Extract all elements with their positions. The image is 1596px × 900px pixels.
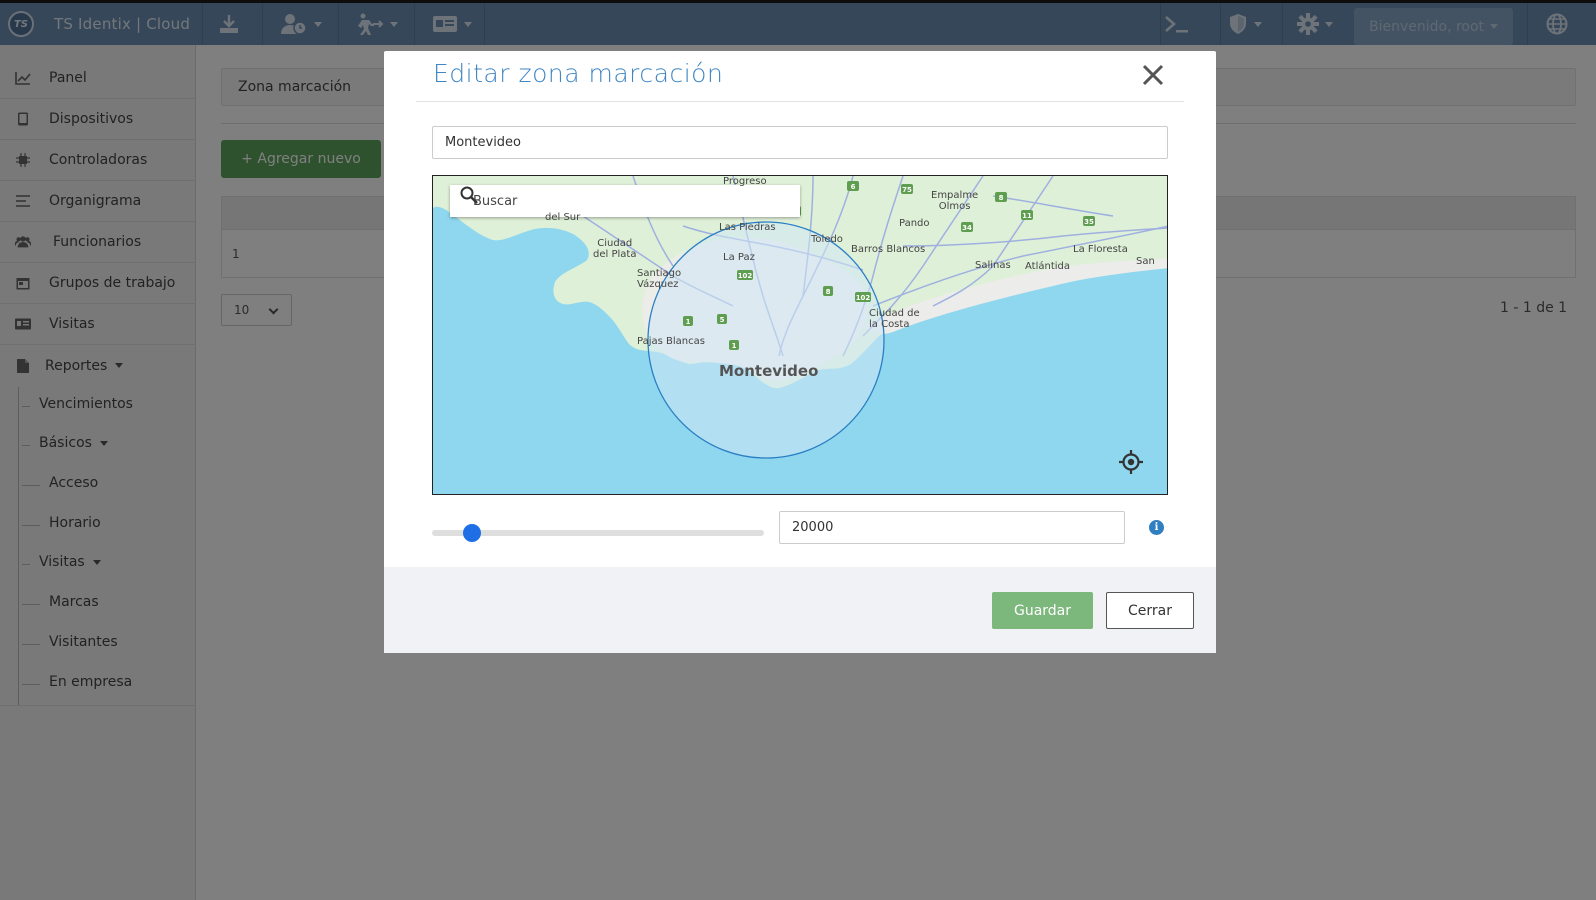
map-label: Ciudad del Plata (593, 238, 637, 260)
route-shield-label: 35 (1084, 218, 1094, 226)
route-shield-label: 34 (962, 224, 972, 232)
route-shield-label: 11 (1022, 212, 1032, 220)
save-button[interactable]: Guardar (992, 592, 1093, 629)
info-icon[interactable]: i (1149, 520, 1164, 535)
modal-footer: Guardar Cerrar (384, 567, 1216, 653)
map-label: La Floresta (1073, 244, 1128, 255)
modal-divider (416, 101, 1184, 102)
map-label: Ciudad de la Costa (869, 308, 920, 330)
map-canvas[interactable]: 75 6 8 11 35 34 36 102 102 8 1 5 1 (433, 176, 1168, 495)
slider-track (432, 530, 764, 536)
radius-input[interactable] (779, 511, 1125, 544)
map-label: Pando (899, 218, 930, 229)
modal-close-button[interactable] (1138, 60, 1168, 90)
route-shield-label: 8 (999, 194, 1004, 202)
close-icon (1142, 64, 1164, 86)
map-label: del Sur (545, 212, 581, 223)
radius-slider[interactable] (432, 523, 764, 543)
crosshair-icon (1119, 450, 1143, 474)
my-location-button[interactable] (1117, 448, 1145, 476)
map-label: San (1136, 256, 1155, 267)
map-label: Empalme Olmos (931, 190, 979, 212)
map-search-input[interactable] (473, 193, 753, 209)
search-icon (460, 186, 478, 204)
map-label: Las Piedras (719, 222, 776, 233)
route-shield-label: 75 (902, 186, 912, 194)
route-shield-label: 1 (732, 342, 737, 350)
map-label: Progreso (723, 176, 767, 187)
route-shield-label: 5 (720, 316, 725, 324)
map-label: Barros Blancos (851, 244, 926, 255)
close-button[interactable]: Cerrar (1106, 592, 1194, 629)
map-search-box[interactable] (450, 185, 800, 217)
map[interactable]: 75 6 8 11 35 34 36 102 102 8 1 5 1 Progr… (432, 175, 1168, 495)
map-label: Salinas (975, 260, 1011, 271)
map-label: Pajas Blancas (637, 336, 705, 347)
edit-zone-modal: Editar zona marcación Montevideo 75 6 8 … (384, 51, 1216, 653)
map-label: Atlántida (1025, 261, 1071, 272)
route-shield-label: 6 (851, 183, 856, 191)
map-label: La Paz (723, 252, 755, 263)
modal-title: Editar zona marcación (433, 59, 724, 88)
route-shield-label: 102 (856, 294, 871, 302)
route-shield-label: 1 (686, 318, 691, 326)
route-shield-label: 102 (738, 272, 753, 280)
map-label: Santiago Vázquez (637, 268, 682, 290)
route-shield-label: 8 (826, 288, 831, 296)
map-label: Toledo (811, 234, 843, 245)
zone-name-input[interactable] (432, 126, 1168, 159)
slider-thumb[interactable] (463, 524, 481, 542)
map-center-label: Montevideo (719, 362, 819, 380)
